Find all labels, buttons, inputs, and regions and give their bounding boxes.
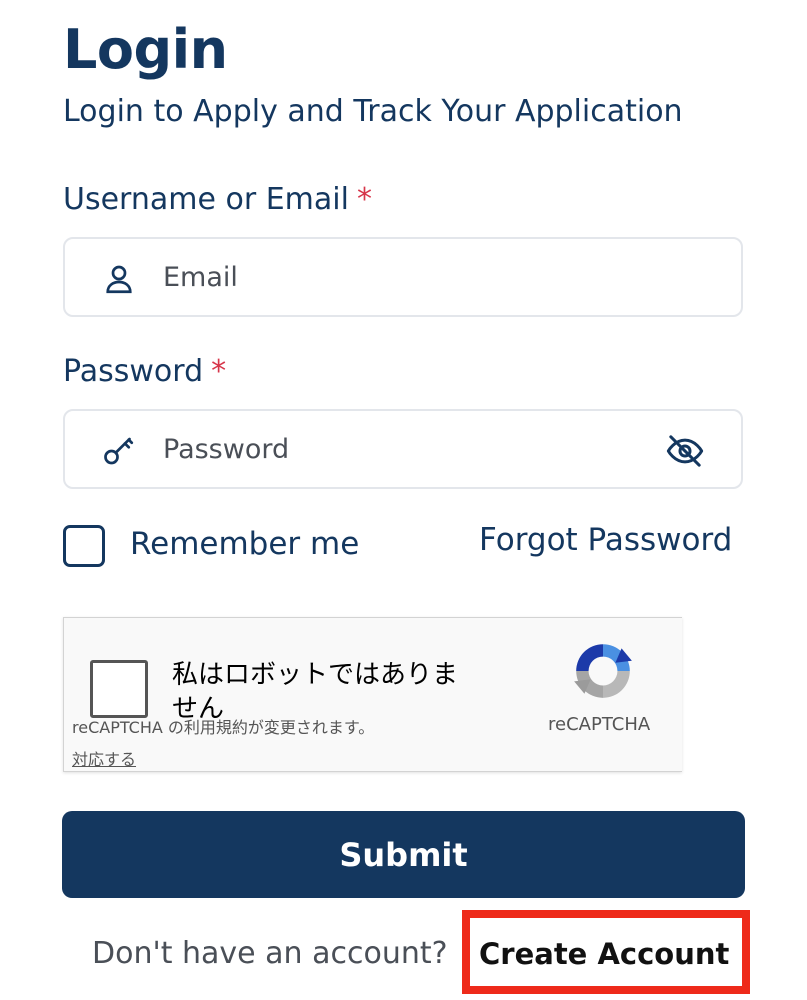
- password-input[interactable]: [163, 427, 643, 471]
- username-input[interactable]: [163, 255, 643, 299]
- password-label-text: Password: [63, 354, 204, 389]
- page-title: Login: [63, 18, 228, 81]
- recaptcha-checkbox[interactable]: [90, 660, 148, 718]
- page-subtitle: Login to Apply and Track Your Applicatio…: [63, 94, 683, 129]
- required-mark: *: [356, 182, 372, 217]
- key-icon: [104, 437, 134, 465]
- recaptcha-logo-icon: [574, 644, 632, 698]
- recaptcha-action-link[interactable]: 対応する: [72, 746, 136, 770]
- required-mark: *: [211, 354, 227, 389]
- forgot-password-link[interactable]: Forgot Password: [479, 522, 732, 558]
- eye-off-icon[interactable]: [665, 431, 705, 471]
- user-icon: [106, 265, 132, 294]
- remember-label[interactable]: Remember me: [130, 526, 359, 562]
- remember-checkbox[interactable]: [63, 525, 105, 567]
- recaptcha-brand: reCAPTCHA: [548, 714, 651, 735]
- username-field[interactable]: [63, 237, 743, 317]
- submit-button[interactable]: Submit: [62, 811, 745, 898]
- username-label: Username or Email *: [63, 182, 372, 217]
- recaptcha-notice: reCAPTCHA の利用規約が変更されます。: [72, 718, 375, 737]
- create-account-link[interactable]: Create Account: [479, 937, 729, 971]
- username-label-text: Username or Email: [63, 182, 349, 217]
- password-field[interactable]: [63, 409, 743, 489]
- no-account-text: Don't have an account?: [92, 936, 448, 971]
- password-label: Password *: [63, 354, 226, 389]
- recaptcha-widget: 私はロボットではありません reCAPTCHA の利用規約が変更されます。 対応…: [63, 617, 682, 772]
